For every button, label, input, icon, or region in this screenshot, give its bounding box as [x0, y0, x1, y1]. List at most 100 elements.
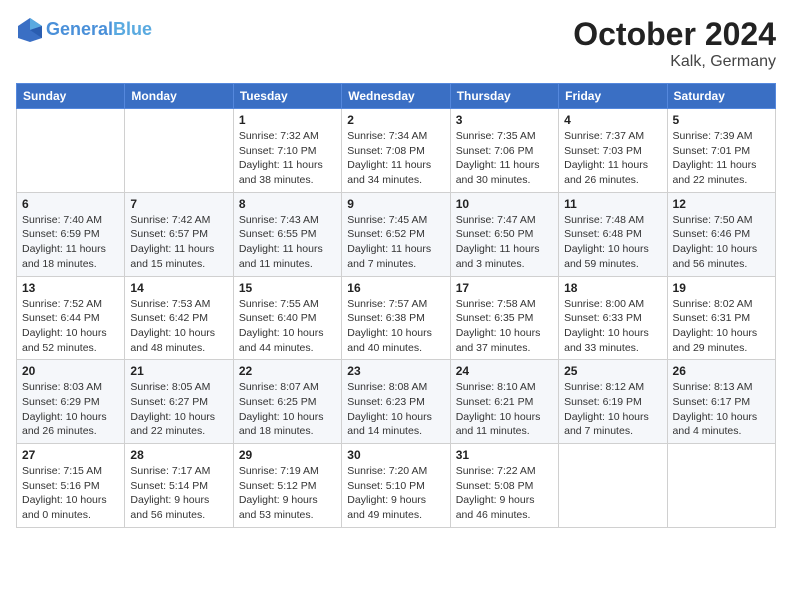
day-info: Sunrise: 7:37 AM Sunset: 7:03 PM Dayligh…	[564, 129, 661, 188]
day-number: 13	[22, 281, 119, 295]
logo-icon	[16, 16, 44, 44]
weekday-row: SundayMondayTuesdayWednesdayThursdayFrid…	[17, 84, 776, 109]
day-info: Sunrise: 7:39 AM Sunset: 7:01 PM Dayligh…	[673, 129, 770, 188]
day-number: 7	[130, 197, 227, 211]
day-number: 17	[456, 281, 553, 295]
calendar-table: SundayMondayTuesdayWednesdayThursdayFrid…	[16, 83, 776, 528]
calendar-cell: 17Sunrise: 7:58 AM Sunset: 6:35 PM Dayli…	[450, 276, 558, 360]
calendar-cell: 23Sunrise: 8:08 AM Sunset: 6:23 PM Dayli…	[342, 360, 450, 444]
day-number: 29	[239, 448, 336, 462]
day-info: Sunrise: 8:03 AM Sunset: 6:29 PM Dayligh…	[22, 380, 119, 439]
calendar-cell: 30 Sunrise: 7:20 AM Sunset: 5:10 PM Dayli…	[342, 444, 450, 528]
day-info: Sunrise: 8:05 AM Sunset: 6:27 PM Dayligh…	[130, 380, 227, 439]
calendar-cell: 9Sunrise: 7:45 AM Sunset: 6:52 PM Daylig…	[342, 192, 450, 276]
day-number: 4	[564, 113, 661, 127]
day-number: 31	[456, 448, 553, 462]
day-number: 15	[239, 281, 336, 295]
calendar-cell: 26 Sunrise: 8:13 AM Sunset: 6:17 PM Dayli…	[667, 360, 775, 444]
day-info: Sunrise: 7:50 AM Sunset: 6:46 PM Dayligh…	[673, 213, 770, 272]
location: Kalk, Germany	[573, 53, 776, 71]
day-info: Sunrise: 7:47 AM Sunset: 6:50 PM Dayligh…	[456, 213, 553, 272]
calendar-cell: 5 Sunrise: 7:39 AM Sunset: 7:01 PM Daylig…	[667, 109, 775, 193]
day-info: Sunrise: 7:43 AM Sunset: 6:55 PM Dayligh…	[239, 213, 336, 272]
calendar-cell: 27Sunrise: 7:15 AM Sunset: 5:16 PM Dayli…	[17, 444, 125, 528]
calendar-cell: 3 Sunrise: 7:35 AM Sunset: 7:06 PM Daylig…	[450, 109, 558, 193]
day-number: 27	[22, 448, 119, 462]
day-info: Sunrise: 7:35 AM Sunset: 7:06 PM Dayligh…	[456, 129, 553, 188]
day-info: Sunrise: 7:32 AM Sunset: 7:10 PM Dayligh…	[239, 129, 336, 188]
day-info: Sunrise: 8:07 AM Sunset: 6:25 PM Dayligh…	[239, 380, 336, 439]
day-info: Sunrise: 8:00 AM Sunset: 6:33 PM Dayligh…	[564, 297, 661, 356]
calendar-cell: 6 Sunrise: 7:40 AM Sunset: 6:59 PM Daylig…	[17, 192, 125, 276]
day-info: Sunrise: 7:40 AM Sunset: 6:59 PM Dayligh…	[22, 213, 119, 272]
calendar-body: 1 Sunrise: 7:32 AM Sunset: 7:10 PM Daylig…	[17, 109, 776, 528]
calendar-cell: 1 Sunrise: 7:32 AM Sunset: 7:10 PM Daylig…	[233, 109, 341, 193]
day-info: Sunrise: 7:17 AM Sunset: 5:14 PM Dayligh…	[130, 464, 227, 523]
calendar-week-2: 6 Sunrise: 7:40 AM Sunset: 6:59 PM Daylig…	[17, 192, 776, 276]
calendar-cell: 7 Sunrise: 7:42 AM Sunset: 6:57 PM Daylig…	[125, 192, 233, 276]
calendar-cell: 12Sunrise: 7:50 AM Sunset: 6:46 PM Dayli…	[667, 192, 775, 276]
weekday-header-thursday: Thursday	[450, 84, 558, 109]
calendar-cell: 28 Sunrise: 7:17 AM Sunset: 5:14 PM Dayli…	[125, 444, 233, 528]
day-number: 1	[239, 113, 336, 127]
calendar-cell: 31 Sunrise: 7:22 AM Sunset: 5:08 PM Dayli…	[450, 444, 558, 528]
weekday-header-wednesday: Wednesday	[342, 84, 450, 109]
weekday-header-friday: Friday	[559, 84, 667, 109]
day-info: Sunrise: 7:42 AM Sunset: 6:57 PM Dayligh…	[130, 213, 227, 272]
day-number: 6	[22, 197, 119, 211]
day-number: 24	[456, 364, 553, 378]
day-info: Sunrise: 7:53 AM Sunset: 6:42 PM Dayligh…	[130, 297, 227, 356]
day-number: 21	[130, 364, 227, 378]
logo-general: General	[46, 19, 113, 39]
day-number: 25	[564, 364, 661, 378]
day-info: Sunrise: 7:19 AM Sunset: 5:12 PM Dayligh…	[239, 464, 336, 523]
logo: GeneralBlue	[16, 16, 152, 44]
calendar-cell: 24Sunrise: 8:10 AM Sunset: 6:21 PM Dayli…	[450, 360, 558, 444]
calendar-header: SundayMondayTuesdayWednesdayThursdayFrid…	[17, 84, 776, 109]
logo-blue: Blue	[113, 19, 152, 39]
day-number: 26	[673, 364, 770, 378]
calendar-cell: 14Sunrise: 7:53 AM Sunset: 6:42 PM Dayli…	[125, 276, 233, 360]
day-number: 22	[239, 364, 336, 378]
day-number: 10	[456, 197, 553, 211]
day-info: Sunrise: 7:34 AM Sunset: 7:08 PM Dayligh…	[347, 129, 444, 188]
day-info: Sunrise: 7:52 AM Sunset: 6:44 PM Dayligh…	[22, 297, 119, 356]
title-block: October 2024 Kalk, Germany	[573, 16, 776, 71]
calendar-cell: 11 Sunrise: 7:48 AM Sunset: 6:48 PM Dayli…	[559, 192, 667, 276]
calendar-cell	[667, 444, 775, 528]
calendar-cell	[559, 444, 667, 528]
day-info: Sunrise: 8:13 AM Sunset: 6:17 PM Dayligh…	[673, 380, 770, 439]
day-number: 11	[564, 197, 661, 211]
day-number: 28	[130, 448, 227, 462]
day-info: Sunrise: 7:57 AM Sunset: 6:38 PM Dayligh…	[347, 297, 444, 356]
day-number: 30	[347, 448, 444, 462]
page-header: GeneralBlue October 2024 Kalk, Germany	[16, 16, 776, 71]
day-number: 5	[673, 113, 770, 127]
day-number: 9	[347, 197, 444, 211]
calendar-cell: 19 Sunrise: 8:02 AM Sunset: 6:31 PM Dayli…	[667, 276, 775, 360]
day-info: Sunrise: 7:48 AM Sunset: 6:48 PM Dayligh…	[564, 213, 661, 272]
calendar-cell: 29 Sunrise: 7:19 AM Sunset: 5:12 PM Dayli…	[233, 444, 341, 528]
day-info: Sunrise: 8:12 AM Sunset: 6:19 PM Dayligh…	[564, 380, 661, 439]
day-number: 19	[673, 281, 770, 295]
calendar-cell: 16 Sunrise: 7:57 AM Sunset: 6:38 PM Dayli…	[342, 276, 450, 360]
calendar-cell: 25 Sunrise: 8:12 AM Sunset: 6:19 PM Dayli…	[559, 360, 667, 444]
calendar-week-1: 1 Sunrise: 7:32 AM Sunset: 7:10 PM Daylig…	[17, 109, 776, 193]
calendar-cell: 10 Sunrise: 7:47 AM Sunset: 6:50 PM Dayli…	[450, 192, 558, 276]
day-number: 16	[347, 281, 444, 295]
day-number: 23	[347, 364, 444, 378]
day-info: Sunrise: 7:22 AM Sunset: 5:08 PM Dayligh…	[456, 464, 553, 523]
calendar-cell: 2 Sunrise: 7:34 AM Sunset: 7:08 PM Daylig…	[342, 109, 450, 193]
day-number: 3	[456, 113, 553, 127]
calendar-week-4: 20Sunrise: 8:03 AM Sunset: 6:29 PM Dayli…	[17, 360, 776, 444]
day-info: Sunrise: 8:02 AM Sunset: 6:31 PM Dayligh…	[673, 297, 770, 356]
day-info: Sunrise: 7:20 AM Sunset: 5:10 PM Dayligh…	[347, 464, 444, 523]
day-info: Sunrise: 7:55 AM Sunset: 6:40 PM Dayligh…	[239, 297, 336, 356]
weekday-header-sunday: Sunday	[17, 84, 125, 109]
month-title: October 2024	[573, 16, 776, 53]
calendar-cell: 22 Sunrise: 8:07 AM Sunset: 6:25 PM Dayli…	[233, 360, 341, 444]
calendar-cell: 4 Sunrise: 7:37 AM Sunset: 7:03 PM Daylig…	[559, 109, 667, 193]
day-number: 2	[347, 113, 444, 127]
calendar-week-5: 27Sunrise: 7:15 AM Sunset: 5:16 PM Dayli…	[17, 444, 776, 528]
calendar-cell: 18Sunrise: 8:00 AM Sunset: 6:33 PM Dayli…	[559, 276, 667, 360]
